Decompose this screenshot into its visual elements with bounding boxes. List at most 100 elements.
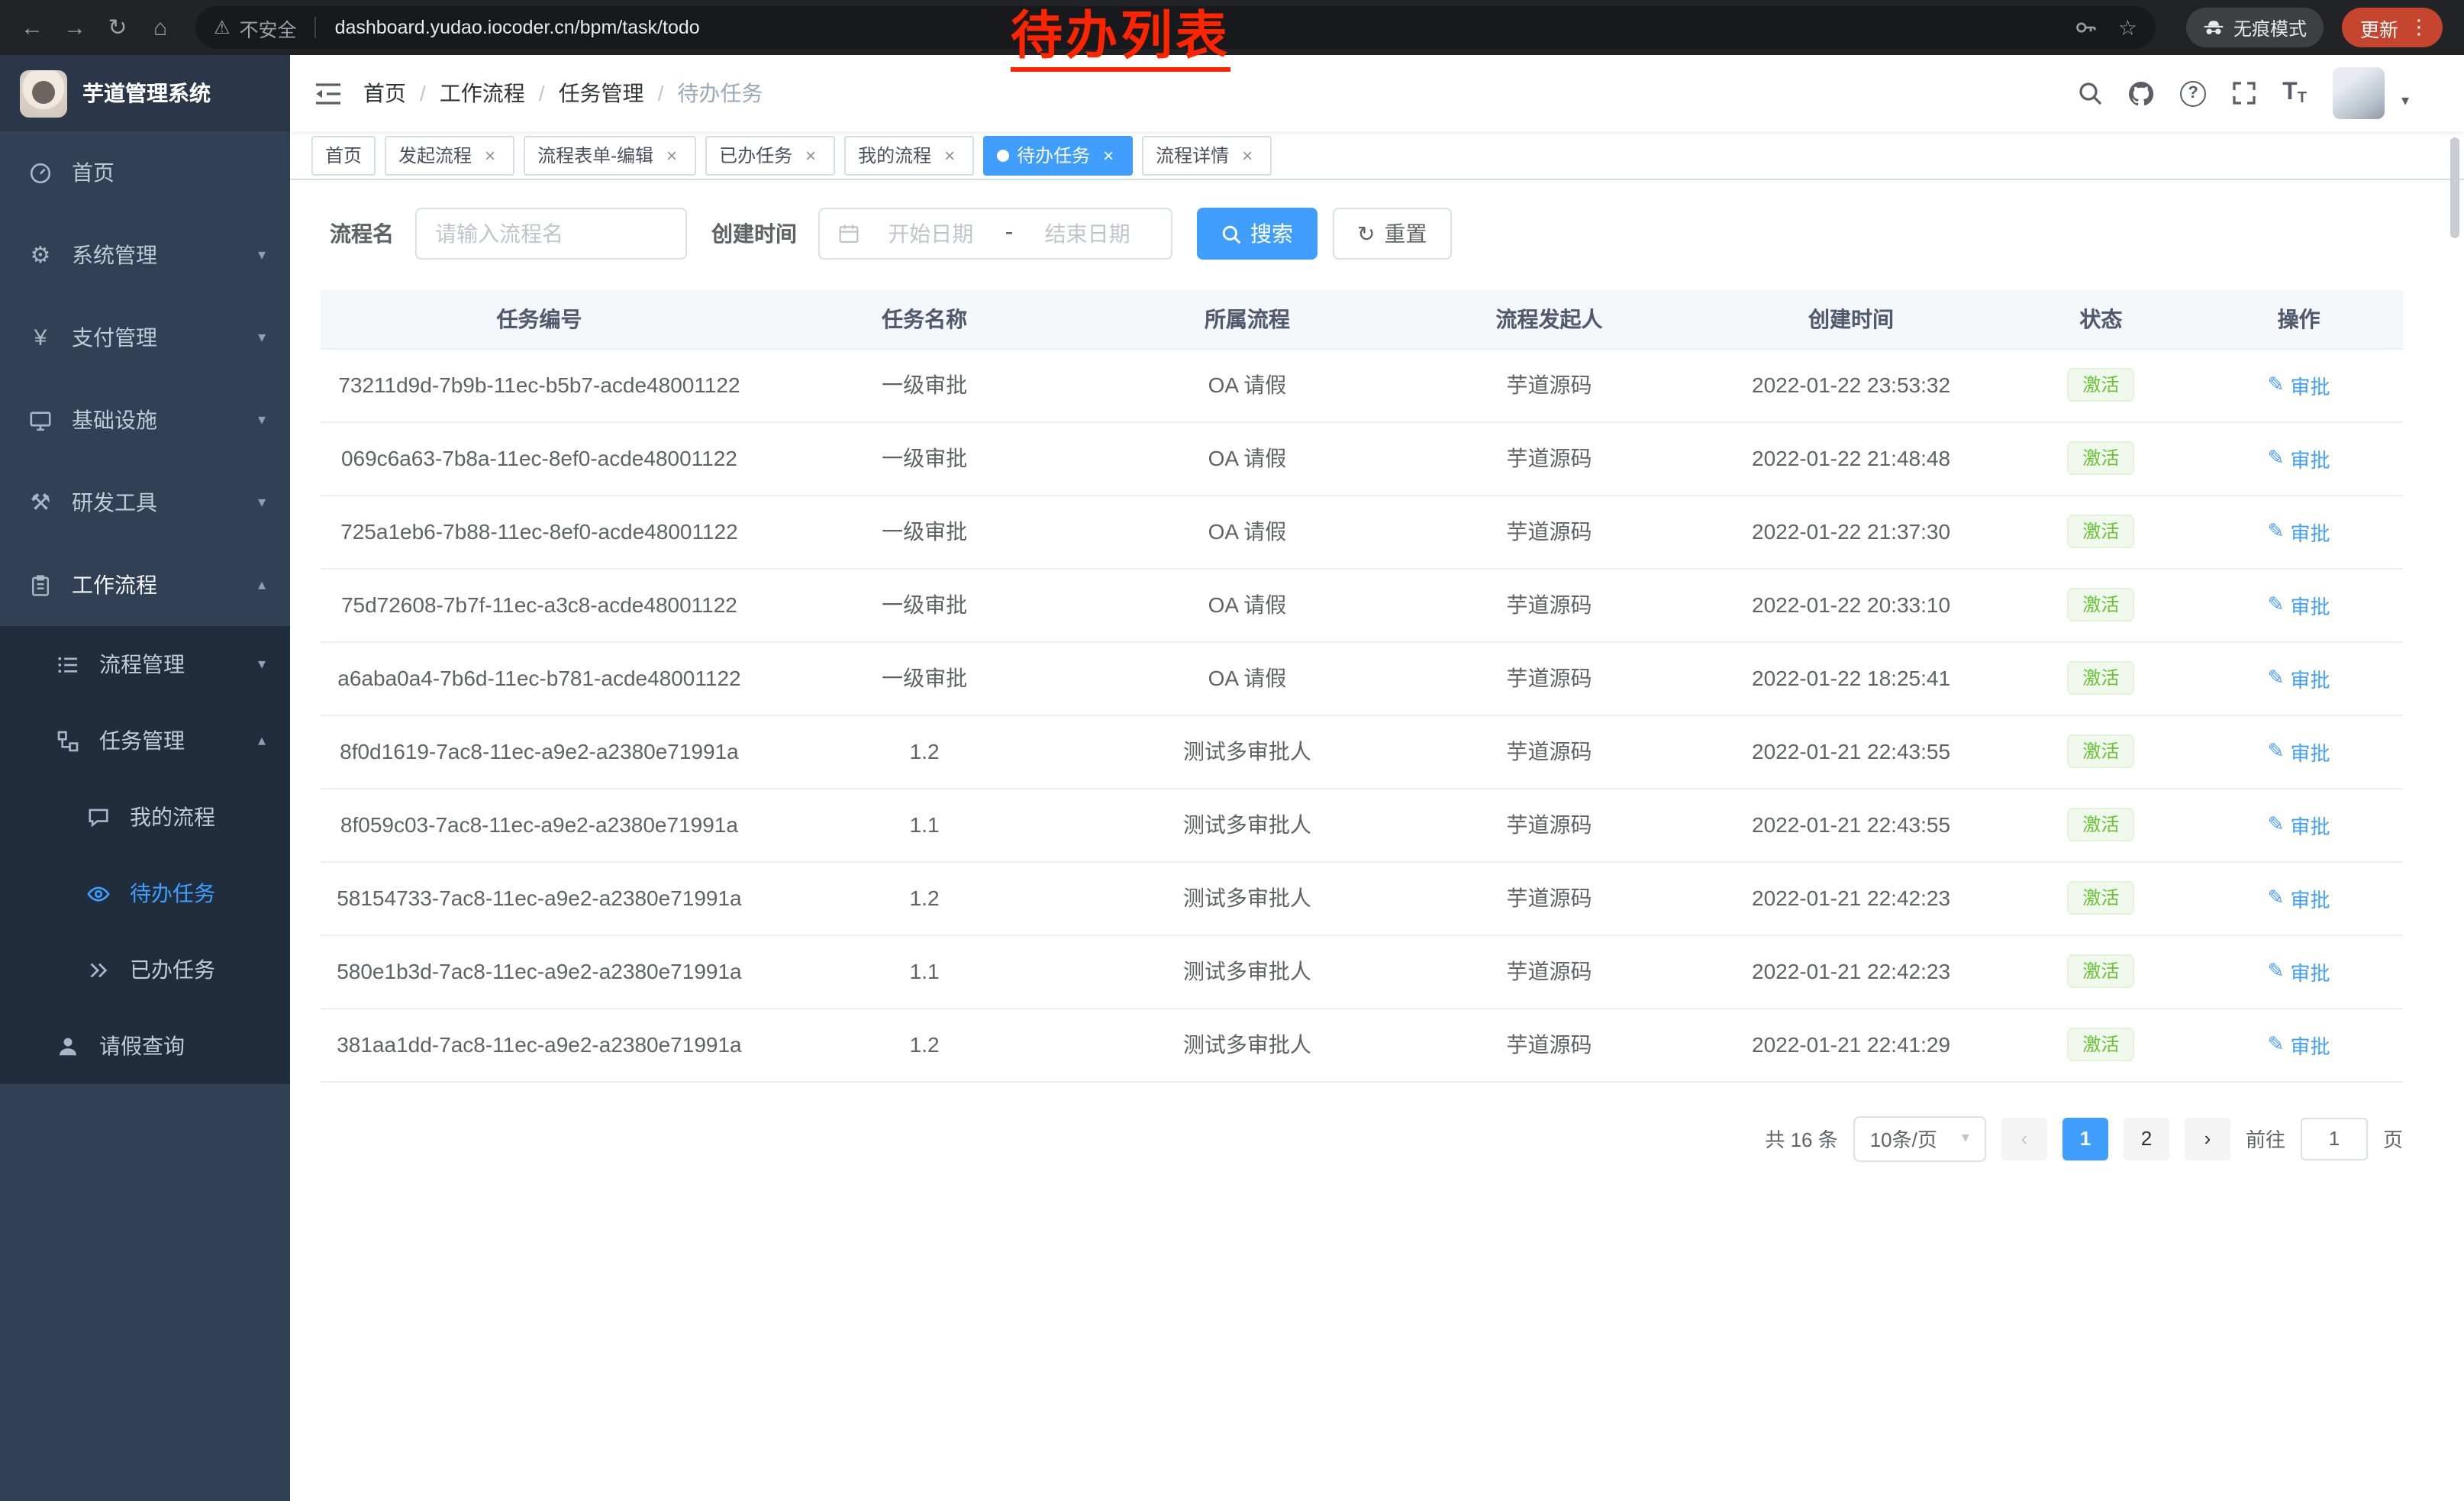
approve-link[interactable]: ✎ 审批 [2268, 370, 2330, 399]
cell-create-time: 2022-01-22 21:37:30 [1695, 495, 2007, 568]
workflow-submenu: 流程管理 ▾ 任务管理 ▴ 我的流程 [0, 626, 290, 1084]
reset-button[interactable]: ↻ 重置 [1333, 208, 1451, 260]
sidebar-item-leave-query[interactable]: 请假查询 [0, 1008, 290, 1084]
avatar-caret-down-icon[interactable]: ▾ [2401, 93, 2409, 119]
tab-process-form-edit[interactable]: 流程表单-编辑 × [524, 135, 696, 175]
page-size-select[interactable]: 10条/页 ▾ [1853, 1115, 1986, 1161]
cell-initiator: 芋道源码 [1404, 568, 1695, 641]
status-badge: 激活 [2067, 954, 2134, 988]
sidebar-item-done-tasks[interactable]: 已办任务 [0, 931, 290, 1008]
browser-back-button[interactable]: ← [12, 8, 52, 47]
sidebar-collapse-icon[interactable] [314, 82, 342, 105]
approve-link[interactable]: ✎ 审批 [2268, 1030, 2330, 1059]
help-icon[interactable]: ? [2180, 80, 2206, 106]
approve-link-label: 审批 [2290, 590, 2330, 619]
sidebar-item-system-management[interactable]: ⚙ 系统管理 ▾ [0, 214, 290, 296]
cell-process: 测试多审批人 [1091, 1008, 1403, 1081]
tab-close-icon[interactable]: × [800, 144, 821, 166]
tab-done-tasks[interactable]: 已办任务 × [705, 135, 835, 175]
goto-page-input[interactable] [2301, 1117, 2368, 1160]
process-name-input[interactable] [435, 221, 667, 246]
browser-forward-button[interactable]: → [55, 8, 95, 47]
cell-initiator: 芋道源码 [1404, 715, 1695, 788]
sidebar-logo[interactable]: 芋道管理系统 [0, 55, 290, 131]
status-badge: 激活 [2067, 881, 2134, 915]
sidebar-item-dev-tools[interactable]: ⚒ 研发工具 ▾ [0, 461, 290, 544]
cell-create-time: 2022-01-21 22:42:23 [1695, 934, 2007, 1008]
prev-page-button[interactable]: ‹ [2001, 1117, 2047, 1160]
security-label[interactable]: 不安全 [240, 13, 297, 42]
font-size-icon[interactable]: TT [2282, 79, 2307, 107]
sidebar-item-todo-tasks[interactable]: 待办任务 [0, 855, 290, 931]
end-date-input[interactable] [1022, 221, 1153, 246]
table-row: 75d72608-7b7f-11ec-a3c8-acde48001122 一级审… [321, 568, 2403, 641]
approve-link[interactable]: ✎ 审批 [2268, 663, 2330, 692]
browser-refresh-button[interactable]: ↻ [98, 8, 137, 47]
url-text[interactable]: dashboard.yudao.iocoder.cn/bpm/task/todo [335, 17, 700, 38]
breadcrumb-item-home[interactable]: 首页 [363, 78, 406, 108]
bookmark-star-icon[interactable]: ☆ [2118, 15, 2137, 40]
pagination-total: 共 16 条 [1765, 1124, 1837, 1153]
tab-start-process[interactable]: 发起流程 × [385, 135, 514, 175]
github-icon[interactable] [2128, 80, 2154, 106]
sidebar-item-label: 请假查询 [99, 1031, 185, 1061]
sidebar-item-infrastructure[interactable]: 基础设施 ▾ [0, 379, 290, 461]
cell-action: ✎ 审批 [2195, 934, 2403, 1008]
chevron-down-icon: ▾ [258, 656, 266, 673]
tab-close-icon[interactable]: × [1237, 144, 1258, 166]
approve-link[interactable]: ✎ 审批 [2268, 517, 2330, 546]
user-avatar[interactable] [2333, 67, 2385, 119]
sidebar-item-my-process[interactable]: 我的流程 [0, 779, 290, 855]
approve-link[interactable]: ✎ 审批 [2268, 883, 2330, 912]
approve-link[interactable]: ✎ 审批 [2268, 810, 2330, 839]
sidebar-item-task-management[interactable]: 任务管理 ▴ [0, 702, 290, 779]
page-size-value: 10条/页 [1870, 1124, 1937, 1153]
password-key-icon[interactable] [2075, 17, 2097, 38]
tab-close-icon[interactable]: × [661, 144, 682, 166]
approve-link[interactable]: ✎ 审批 [2268, 590, 2330, 619]
tab-todo-tasks[interactable]: 待办任务 × [983, 135, 1133, 175]
task-table-body: 73211d9d-7b9b-11ec-b5b7-acde48001122 一级审… [321, 348, 2403, 1081]
cell-initiator: 芋道源码 [1404, 788, 1695, 861]
tab-close-icon[interactable]: × [479, 144, 501, 166]
next-page-button[interactable]: › [2185, 1117, 2230, 1160]
update-label: 更新 [2360, 13, 2398, 42]
column-header-task-id: 任务编号 [321, 290, 758, 348]
approve-link-label: 审批 [2290, 957, 2330, 986]
tab-process-detail[interactable]: 流程详情 × [1142, 135, 1272, 175]
breadcrumb-item-workflow[interactable]: 工作流程 [440, 78, 525, 108]
page-button-2[interactable]: 2 [2124, 1117, 2169, 1160]
column-header-actions: 操作 [2195, 290, 2403, 348]
sidebar-item-process-management[interactable]: 流程管理 ▾ [0, 626, 290, 702]
tab-close-icon[interactable]: × [939, 144, 960, 166]
cell-process: 测试多审批人 [1091, 715, 1403, 788]
browser-menu-icon[interactable]: ⋮ [2409, 15, 2429, 40]
browser-update-button[interactable]: 更新 ⋮ [2342, 8, 2443, 47]
approve-link-label: 审批 [2290, 1030, 2330, 1059]
cell-initiator: 芋道源码 [1404, 421, 1695, 495]
scrollbar-thumb[interactable] [2450, 137, 2459, 238]
breadcrumb-item-current: 待办任务 [677, 78, 763, 108]
start-date-input[interactable] [866, 221, 996, 246]
goto-label: 前往 [2246, 1124, 2285, 1153]
approve-link[interactable]: ✎ 审批 [2268, 737, 2330, 766]
tab-close-icon[interactable]: × [1098, 144, 1119, 166]
tab-my-process[interactable]: 我的流程 × [844, 135, 974, 175]
approve-link[interactable]: ✎ 审批 [2268, 444, 2330, 473]
search-icon[interactable] [2078, 81, 2102, 105]
column-header-process: 所属流程 [1091, 290, 1403, 348]
create-time-range-picker[interactable]: - [818, 208, 1172, 260]
tab-label: 待办任务 [1017, 142, 1090, 168]
sidebar-item-payment-management[interactable]: ¥ 支付管理 ▾ [0, 296, 290, 379]
search-button[interactable]: 搜索 [1197, 208, 1317, 260]
sidebar-item-label: 研发工具 [72, 487, 157, 518]
fullscreen-icon[interactable] [2232, 81, 2256, 105]
sidebar-item-workflow[interactable]: 工作流程 ▴ [0, 544, 290, 626]
breadcrumb-item-task-management[interactable]: 任务管理 [559, 78, 644, 108]
cell-process: OA 请假 [1091, 495, 1403, 568]
browser-home-button[interactable]: ⌂ [140, 8, 180, 47]
tab-home[interactable]: 首页 [311, 135, 376, 175]
approve-link[interactable]: ✎ 审批 [2268, 957, 2330, 986]
page-button-1[interactable]: 1 [2062, 1117, 2108, 1160]
sidebar-item-home[interactable]: 首页 [0, 131, 290, 214]
